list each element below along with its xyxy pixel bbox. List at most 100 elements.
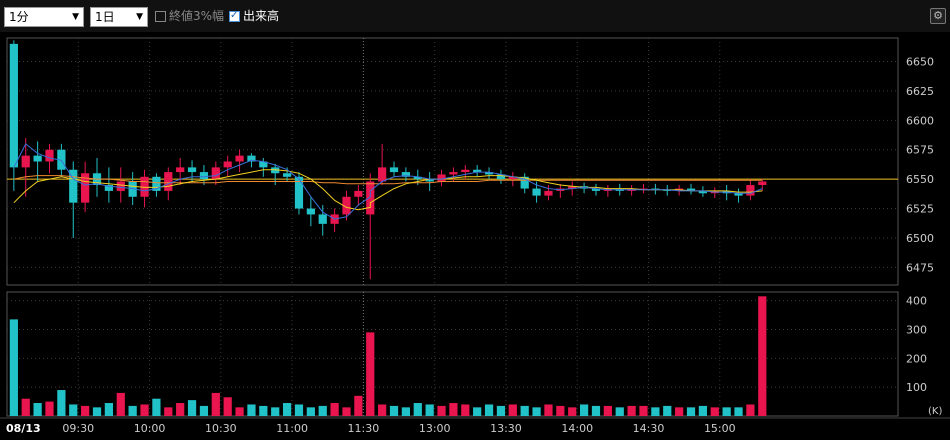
volume-bar xyxy=(92,407,102,416)
price-panel xyxy=(7,40,898,280)
volume-tick-label: 100 xyxy=(906,381,927,394)
candle-body xyxy=(354,190,363,197)
volume-bar xyxy=(69,404,78,416)
volume-bar xyxy=(259,405,268,416)
volume-bar xyxy=(45,401,54,416)
volume-bar xyxy=(57,390,66,416)
volume-bar xyxy=(746,404,755,416)
volume-bar xyxy=(378,404,387,416)
candle-body xyxy=(21,155,30,168)
volume-unit-label: (K) xyxy=(928,406,942,417)
time-tick-label: 09:30 xyxy=(62,422,94,435)
volume-bar xyxy=(722,407,731,416)
candle-body xyxy=(9,43,18,168)
candle-body xyxy=(223,161,232,168)
volume-bar xyxy=(591,405,601,416)
volume-bar xyxy=(318,405,327,416)
volume-bar xyxy=(544,404,553,416)
volume-bar xyxy=(603,405,612,416)
volume-bar xyxy=(520,405,529,416)
volume-bar xyxy=(354,395,363,416)
candle-body xyxy=(378,167,387,182)
volume-bar xyxy=(675,407,684,416)
candle-body xyxy=(746,185,755,196)
candle-body xyxy=(33,155,42,162)
price-tick-label: 6650 xyxy=(906,56,934,69)
price-tick-label: 6475 xyxy=(906,261,934,274)
price-frame xyxy=(6,37,899,286)
candle-body xyxy=(199,172,209,180)
volume-bar xyxy=(473,407,482,416)
axes: 6475 6500 6525 6550 6575 6600 6625 6650 100 200 30… xyxy=(6,56,942,435)
candle-body xyxy=(116,181,125,191)
volume-tick-label: 300 xyxy=(906,323,927,336)
ma-short-line xyxy=(13,143,763,220)
candle-body xyxy=(449,172,458,175)
volume-bar xyxy=(176,403,185,416)
volume-bar xyxy=(615,407,624,416)
volume-tick-label: 400 xyxy=(906,295,927,308)
volume-bar xyxy=(342,407,351,416)
time-tick-label: 10:00 xyxy=(134,422,166,435)
volume-bar xyxy=(413,403,422,416)
volume-bar xyxy=(698,405,708,416)
volume-bar xyxy=(128,405,137,416)
volume-bar xyxy=(140,404,149,416)
candle-body xyxy=(544,190,553,196)
volume-bar xyxy=(104,403,114,416)
volume-bar xyxy=(389,405,399,416)
volume-bar xyxy=(366,401,375,416)
volume-bar xyxy=(710,407,719,416)
volume-bar xyxy=(508,404,517,416)
volume-bar xyxy=(484,404,494,416)
time-tick-label: 14:00 xyxy=(561,422,593,435)
volume-bar xyxy=(556,405,565,416)
volume-bar xyxy=(21,398,30,416)
price-tick-label: 6600 xyxy=(906,114,934,127)
grid xyxy=(0,37,950,419)
candle-body xyxy=(389,167,399,173)
volume-bar xyxy=(496,405,506,416)
volume-bar xyxy=(686,407,696,416)
price-chart: 6475 6500 6525 6550 6575 6600 6625 6650 100 200 30… xyxy=(0,37,950,435)
volume-bar xyxy=(461,404,470,416)
volume-bar xyxy=(330,403,339,416)
volume-bar xyxy=(116,392,125,416)
volume-bar xyxy=(437,405,446,416)
price-tick-label: 6500 xyxy=(906,232,934,245)
volume-bar xyxy=(579,404,589,416)
volume-bar xyxy=(651,407,660,416)
volume-tick-label: 200 xyxy=(906,352,927,365)
volume-bar xyxy=(663,405,672,416)
volume-bar xyxy=(33,403,42,416)
time-tick-label: 14:30 xyxy=(633,422,665,435)
time-tick-label: 15:00 xyxy=(704,422,736,435)
volume-bar xyxy=(425,404,434,416)
volume-bar xyxy=(532,407,541,416)
volume-bar xyxy=(152,398,161,416)
ma-long-line xyxy=(13,175,763,185)
volume-bar xyxy=(734,407,743,416)
price-tick-label: 6575 xyxy=(906,144,934,157)
candle-body xyxy=(758,181,767,186)
volume-bar xyxy=(401,407,411,416)
volume-bar xyxy=(758,296,767,416)
volume-bar xyxy=(235,407,244,416)
candle-body xyxy=(461,169,470,173)
volume-bar xyxy=(164,407,173,416)
volume-panel xyxy=(9,296,767,416)
volume-bar xyxy=(294,404,304,416)
volume-bar xyxy=(282,403,292,416)
candle-body xyxy=(532,188,541,196)
volume-bar xyxy=(247,404,256,416)
volume-bar xyxy=(568,407,577,416)
candle-body xyxy=(235,155,244,162)
time-tick-label: 13:30 xyxy=(490,422,522,435)
candle-body xyxy=(437,174,446,182)
volume-bar xyxy=(639,405,648,416)
time-tick-label: 10:30 xyxy=(205,422,237,435)
candle-body xyxy=(45,149,54,162)
time-tick-label: 11:00 xyxy=(276,422,308,435)
candle-body xyxy=(306,208,315,215)
price-tick-label: 6525 xyxy=(906,203,934,216)
